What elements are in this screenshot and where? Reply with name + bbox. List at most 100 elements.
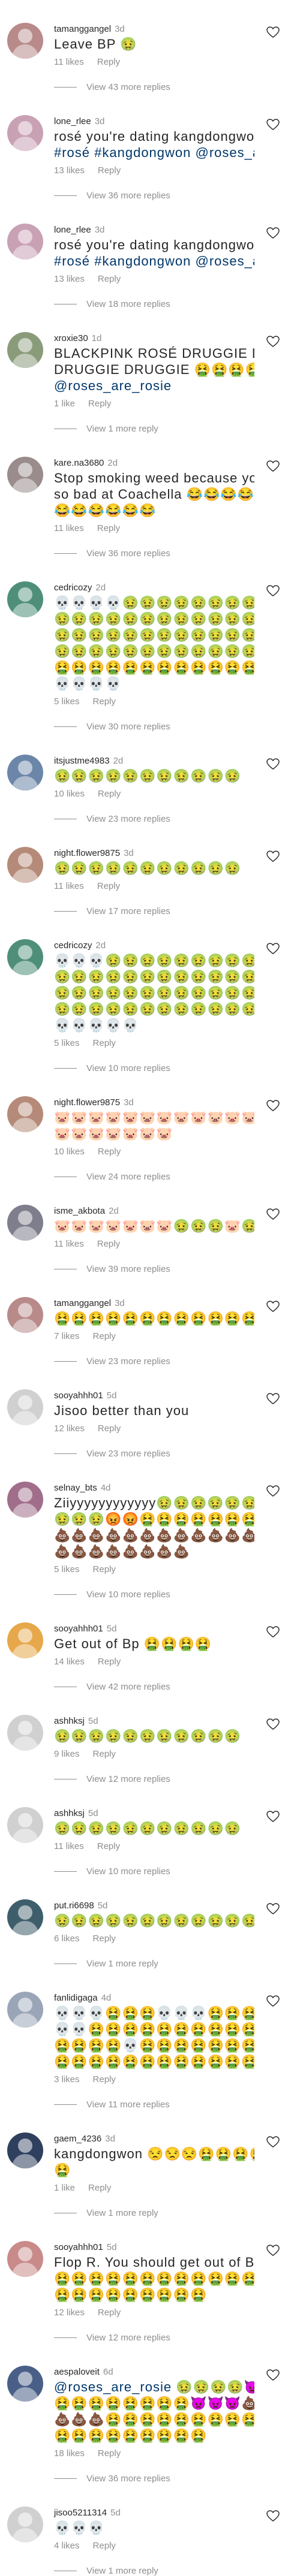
likes-count[interactable]: 7 likes xyxy=(54,1331,80,1341)
likes-count[interactable]: 18 likes xyxy=(54,2448,85,2459)
avatar[interactable] xyxy=(7,581,43,617)
heart-outline-icon[interactable] xyxy=(266,1393,280,1405)
view-more-replies-button[interactable]: View 36 more replies xyxy=(54,2474,254,2484)
avatar[interactable] xyxy=(7,2366,43,2402)
view-more-replies-button[interactable]: View 17 more replies xyxy=(54,906,254,916)
view-more-label[interactable]: View 1 more reply xyxy=(86,1959,158,1969)
likes-count[interactable]: 12 likes xyxy=(54,1423,85,1434)
view-more-replies-button[interactable]: View 1 more reply xyxy=(54,1959,254,1969)
username[interactable]: aespaloveit xyxy=(54,2367,100,2377)
avatar[interactable] xyxy=(7,224,43,260)
likes-count[interactable]: 1 like xyxy=(54,2183,75,2193)
view-more-label[interactable]: View 23 more replies xyxy=(86,1356,170,1367)
heart-outline-icon[interactable] xyxy=(266,1811,280,1823)
heart-outline-icon[interactable] xyxy=(266,2510,280,2522)
reply-button[interactable]: Reply xyxy=(98,1147,121,1157)
username[interactable]: night.flower9875 xyxy=(54,1097,120,1108)
username[interactable]: fanlidigaga xyxy=(54,1993,98,2003)
heart-outline-icon[interactable] xyxy=(266,1903,280,1915)
heart-outline-icon[interactable] xyxy=(266,758,280,770)
view-more-label[interactable]: View 43 more replies xyxy=(86,82,170,92)
view-more-replies-button[interactable]: View 39 more replies xyxy=(54,1264,254,1274)
view-more-label[interactable]: View 10 more replies xyxy=(86,1063,170,1073)
reply-button[interactable]: Reply xyxy=(98,2448,121,2459)
view-more-replies-button[interactable]: View 1 more reply xyxy=(54,2208,254,2218)
view-more-replies-button[interactable]: View 23 more replies xyxy=(54,1356,254,1367)
view-more-label[interactable]: View 30 more replies xyxy=(86,722,170,732)
view-more-replies-button[interactable]: View 10 more replies xyxy=(54,1866,254,1877)
view-more-label[interactable]: View 1 more reply xyxy=(86,424,158,434)
view-more-label[interactable]: View 42 more replies xyxy=(86,1682,170,1692)
username[interactable]: isme_akbota xyxy=(54,1206,105,1216)
likes-count[interactable]: 14 likes xyxy=(54,1657,85,1667)
avatar[interactable] xyxy=(7,847,43,883)
view-more-replies-button[interactable]: View 1 more reply xyxy=(54,424,254,434)
reply-button[interactable]: Reply xyxy=(88,2183,111,2193)
avatar[interactable] xyxy=(7,332,43,368)
view-more-label[interactable]: View 17 more replies xyxy=(86,906,170,916)
reply-button[interactable]: Reply xyxy=(93,696,116,707)
heart-outline-icon[interactable] xyxy=(266,1718,280,1730)
username[interactable]: lone_rlee xyxy=(54,116,91,126)
view-more-label[interactable]: View 1 more reply xyxy=(86,2208,158,2218)
reply-button[interactable]: Reply xyxy=(93,1564,116,1574)
likes-count[interactable]: 11 likes xyxy=(54,523,84,533)
heart-outline-icon[interactable] xyxy=(266,585,280,597)
reply-button[interactable]: Reply xyxy=(93,1331,116,1341)
view-more-label[interactable]: View 12 more replies xyxy=(86,1774,170,1784)
view-more-replies-button[interactable]: View 11 more replies xyxy=(54,2100,254,2110)
heart-outline-icon[interactable] xyxy=(266,227,280,239)
view-more-replies-button[interactable]: View 36 more replies xyxy=(54,191,254,201)
heart-outline-icon[interactable] xyxy=(266,26,280,38)
username[interactable]: itsjustme4983 xyxy=(54,756,110,766)
avatar[interactable] xyxy=(7,1899,43,1935)
reply-button[interactable]: Reply xyxy=(98,274,121,284)
view-more-replies-button[interactable]: View 42 more replies xyxy=(54,1682,254,1692)
reply-button[interactable]: Reply xyxy=(98,789,121,799)
likes-count[interactable]: 10 likes xyxy=(54,1147,85,1157)
avatar[interactable] xyxy=(7,23,43,59)
likes-count[interactable]: 5 likes xyxy=(54,1564,80,1574)
reply-button[interactable]: Reply xyxy=(98,1657,121,1667)
view-more-replies-button[interactable]: View 18 more replies xyxy=(54,299,254,309)
avatar[interactable] xyxy=(7,1807,43,1843)
username[interactable]: sooyahhh01 xyxy=(54,1390,103,1401)
username[interactable]: put.ri6698 xyxy=(54,1901,94,1911)
heart-outline-icon[interactable] xyxy=(266,1626,280,1638)
likes-count[interactable]: 5 likes xyxy=(54,696,80,707)
reply-button[interactable]: Reply xyxy=(93,1749,116,1759)
reply-button[interactable]: Reply xyxy=(98,1423,121,1434)
view-more-replies-button[interactable]: View 10 more replies xyxy=(54,1589,254,1600)
view-more-label[interactable]: View 24 more replies xyxy=(86,1172,170,1182)
reply-button[interactable]: Reply xyxy=(93,1038,116,1048)
username[interactable]: jisoo5211314 xyxy=(54,2508,107,2518)
username[interactable]: sooyahhh01 xyxy=(54,2242,103,2252)
heart-outline-icon[interactable] xyxy=(266,460,280,472)
avatar[interactable] xyxy=(7,1297,43,1333)
likes-count[interactable]: 5 likes xyxy=(54,1038,80,1048)
avatar[interactable] xyxy=(7,1205,43,1241)
username[interactable]: gaem_4236 xyxy=(54,2134,101,2144)
heart-outline-icon[interactable] xyxy=(266,2136,280,2148)
username[interactable]: kare.na3680 xyxy=(54,458,104,468)
reply-button[interactable]: Reply xyxy=(97,1239,120,1249)
username[interactable]: tamanggangel xyxy=(54,1298,111,1308)
view-more-label[interactable]: View 23 more replies xyxy=(86,814,170,824)
reply-button[interactable]: Reply xyxy=(93,1933,116,1944)
heart-outline-icon[interactable] xyxy=(266,850,280,862)
heart-outline-icon[interactable] xyxy=(266,1301,280,1313)
avatar[interactable] xyxy=(7,1482,43,1518)
view-more-label[interactable]: View 23 more replies xyxy=(86,1449,170,1459)
reply-button[interactable]: Reply xyxy=(88,399,111,409)
heart-outline-icon[interactable] xyxy=(266,119,280,131)
username[interactable]: selnay_bts xyxy=(54,1483,97,1493)
heart-outline-icon[interactable] xyxy=(266,2245,280,2257)
username[interactable]: cedricozy xyxy=(54,583,92,593)
view-more-label[interactable]: View 39 more replies xyxy=(86,1264,170,1274)
reply-button[interactable]: Reply xyxy=(97,1841,120,1851)
view-more-replies-button[interactable]: View 30 more replies xyxy=(54,722,254,732)
likes-count[interactable]: 9 likes xyxy=(54,1749,80,1759)
avatar[interactable] xyxy=(7,1622,43,1658)
avatar[interactable] xyxy=(7,755,43,791)
heart-outline-icon[interactable] xyxy=(266,1208,280,1220)
